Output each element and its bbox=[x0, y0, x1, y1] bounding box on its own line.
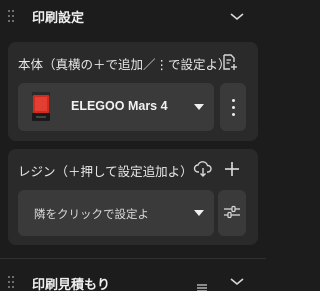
printer-more-button[interactable] bbox=[220, 83, 246, 131]
resin-settings-button[interactable] bbox=[218, 190, 246, 236]
resin-placeholder: 隣をクリックで設定よ bbox=[34, 207, 149, 221]
dropdown-arrow-icon bbox=[194, 104, 204, 110]
printer-image-icon bbox=[30, 91, 52, 123]
sliders-icon bbox=[223, 204, 241, 223]
drag-handle-icon[interactable] bbox=[8, 10, 14, 22]
section-divider bbox=[0, 258, 266, 259]
dropdown-arrow-icon bbox=[194, 210, 204, 216]
print-estimate-title: 印刷見積もり bbox=[32, 278, 111, 291]
resin-card: レジン（＋押して設定追加よ） 隣をクリックで設定よ bbox=[8, 149, 258, 245]
printer-select[interactable]: ELEGOO Mars 4 bbox=[18, 83, 214, 131]
cloud-download-icon[interactable] bbox=[192, 158, 214, 180]
drag-handle-icon[interactable] bbox=[8, 276, 14, 288]
menu-icon[interactable] bbox=[197, 277, 207, 291]
printer-card: 本体（真横の＋で追加／⋮で設定よ） ELEGOO Mars 4 bbox=[8, 42, 258, 141]
resin-label: レジン（＋押して設定追加よ） bbox=[18, 164, 193, 179]
printer-name: ELEGOO Mars 4 bbox=[71, 99, 168, 113]
print-settings-title: 印刷設定 bbox=[32, 10, 85, 26]
chevron-down-icon[interactable] bbox=[230, 276, 244, 286]
add-resin-icon[interactable] bbox=[221, 158, 243, 180]
print-estimate-header[interactable]: 印刷見積もり bbox=[0, 268, 266, 291]
chevron-up-icon[interactable] bbox=[230, 11, 244, 21]
printer-label: 本体（真横の＋で追加／⋮で設定よ） bbox=[18, 57, 231, 72]
print-settings-header[interactable]: 印刷設定 bbox=[0, 0, 266, 32]
add-printer-icon[interactable] bbox=[220, 52, 240, 72]
resin-select[interactable]: 隣をクリックで設定よ bbox=[18, 190, 214, 236]
